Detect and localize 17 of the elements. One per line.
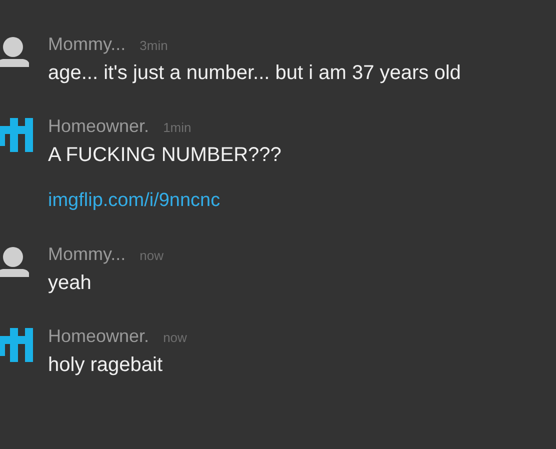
user-name: Mommy... — [48, 34, 126, 55]
user-name: Homeowner. — [48, 326, 150, 347]
user-name: Mommy... — [48, 244, 126, 265]
timestamp: 1min — [163, 120, 192, 135]
message-text: A FUCKING NUMBER??? — [48, 143, 282, 168]
user-avatar-icon — [0, 246, 29, 278]
user-name: Homeowner. — [48, 116, 150, 137]
pixel-avatar-icon — [0, 118, 33, 152]
message-link[interactable]: imgflip.com/i/9nncnc — [48, 187, 220, 215]
pixel-avatar-icon — [0, 328, 33, 362]
timestamp: 3min — [140, 38, 168, 53]
message-text: age... it's just a number... but i am 37 years old — [48, 61, 461, 86]
user-avatar-icon — [0, 36, 29, 68]
timestamp: now — [163, 330, 187, 345]
timestamp: now — [140, 248, 164, 263]
message-text: yeah — [48, 271, 92, 296]
message-text: holy ragebait — [48, 353, 164, 378]
